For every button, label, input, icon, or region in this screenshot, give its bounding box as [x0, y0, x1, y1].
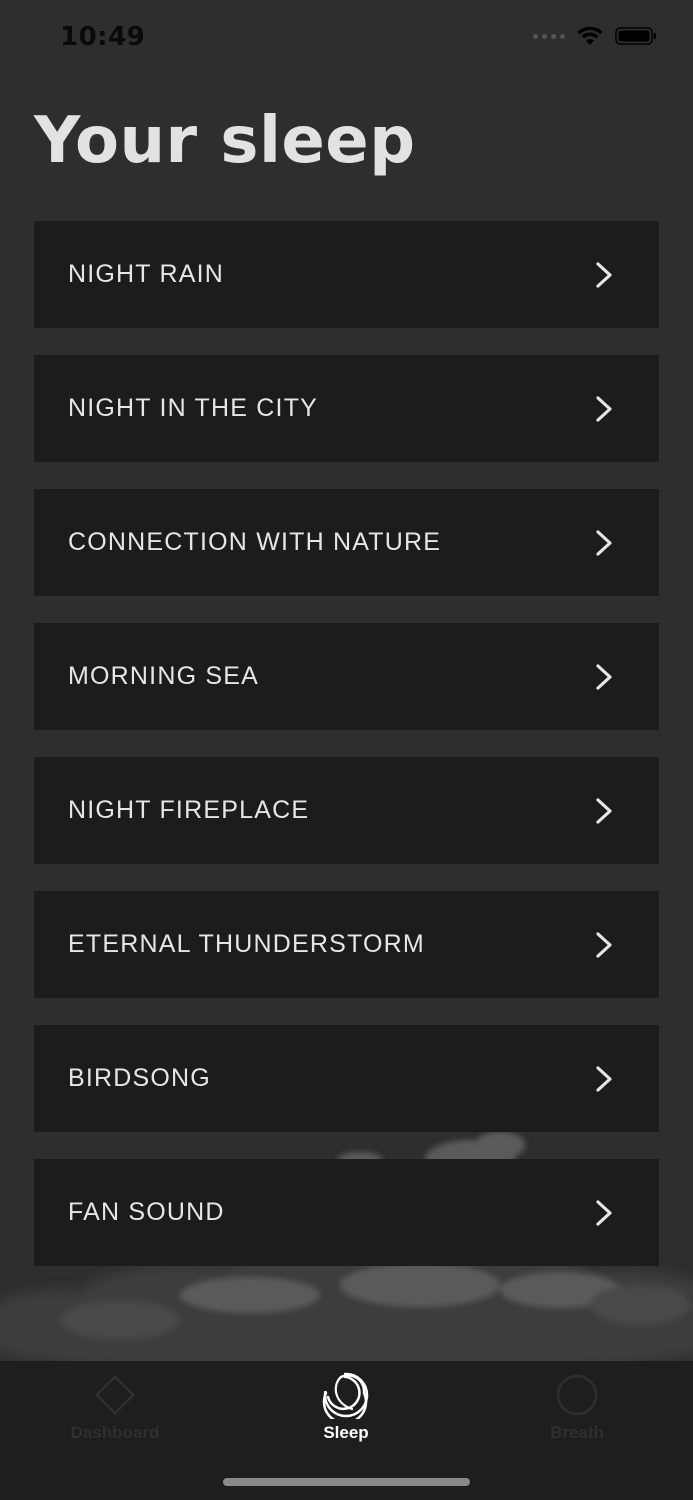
- status-time: 10:49: [60, 22, 146, 52]
- signal-icon: [533, 33, 565, 39]
- tab-breath[interactable]: Breath: [507, 1371, 647, 1443]
- sound-item-birdsong[interactable]: BIRDSONG: [34, 1025, 659, 1132]
- sound-item-connection-with-nature[interactable]: CONNECTION WITH NATURE: [34, 489, 659, 596]
- sound-item-label: NIGHT RAIN: [68, 260, 224, 288]
- circle-icon: [556, 1374, 598, 1416]
- sound-item-night-in-the-city[interactable]: NIGHT IN THE CITY: [34, 355, 659, 462]
- sound-item-morning-sea[interactable]: MORNING SEA: [34, 623, 659, 730]
- sound-item-night-fireplace[interactable]: NIGHT FIREPLACE: [34, 757, 659, 864]
- chevron-right-icon: [596, 529, 612, 556]
- chevron-right-icon: [596, 663, 612, 690]
- page-title: Your sleep: [34, 104, 416, 178]
- tab-label: Sleep: [323, 1423, 369, 1442]
- moon-icon: [322, 1371, 369, 1419]
- sound-list: NIGHT RAIN NIGHT IN THE CITY CONNECTION …: [34, 221, 659, 1293]
- sound-item-eternal-thunderstorm[interactable]: ETERNAL THUNDERSTORM: [34, 891, 659, 998]
- sound-item-label: ETERNAL THUNDERSTORM: [68, 930, 425, 958]
- chevron-right-icon: [596, 395, 612, 422]
- tab-label: Dashboard: [70, 1423, 160, 1442]
- sound-item-label: MORNING SEA: [68, 662, 259, 690]
- sound-item-label: NIGHT IN THE CITY: [68, 394, 319, 422]
- sound-item-label: FAN SOUND: [68, 1198, 225, 1226]
- tab-sleep[interactable]: Sleep: [276, 1371, 416, 1443]
- sound-item-label: CONNECTION WITH NATURE: [68, 528, 442, 556]
- chevron-right-icon: [596, 1199, 612, 1226]
- chevron-right-icon: [596, 931, 612, 958]
- tab-label: Breath: [550, 1423, 604, 1442]
- chevron-right-icon: [596, 1065, 612, 1092]
- battery-icon: [615, 27, 656, 45]
- status-bar: 10:49: [0, 0, 693, 80]
- sound-item-label: BIRDSONG: [68, 1064, 211, 1092]
- diamond-icon: [94, 1374, 136, 1416]
- status-indicators: [533, 26, 657, 46]
- sound-item-fan-sound[interactable]: FAN SOUND: [34, 1159, 659, 1266]
- chevron-right-icon: [596, 261, 612, 288]
- tab-dashboard[interactable]: Dashboard: [45, 1371, 185, 1443]
- home-indicator[interactable]: [223, 1478, 470, 1486]
- wifi-icon: [577, 26, 603, 45]
- sound-item-label: NIGHT FIREPLACE: [68, 796, 310, 824]
- sound-item-night-rain[interactable]: NIGHT RAIN: [34, 221, 659, 328]
- chevron-right-icon: [596, 797, 612, 824]
- sleep-screen: 10:49 Your sleep NIGHT RAIN NIGHT IN THE…: [0, 0, 693, 1500]
